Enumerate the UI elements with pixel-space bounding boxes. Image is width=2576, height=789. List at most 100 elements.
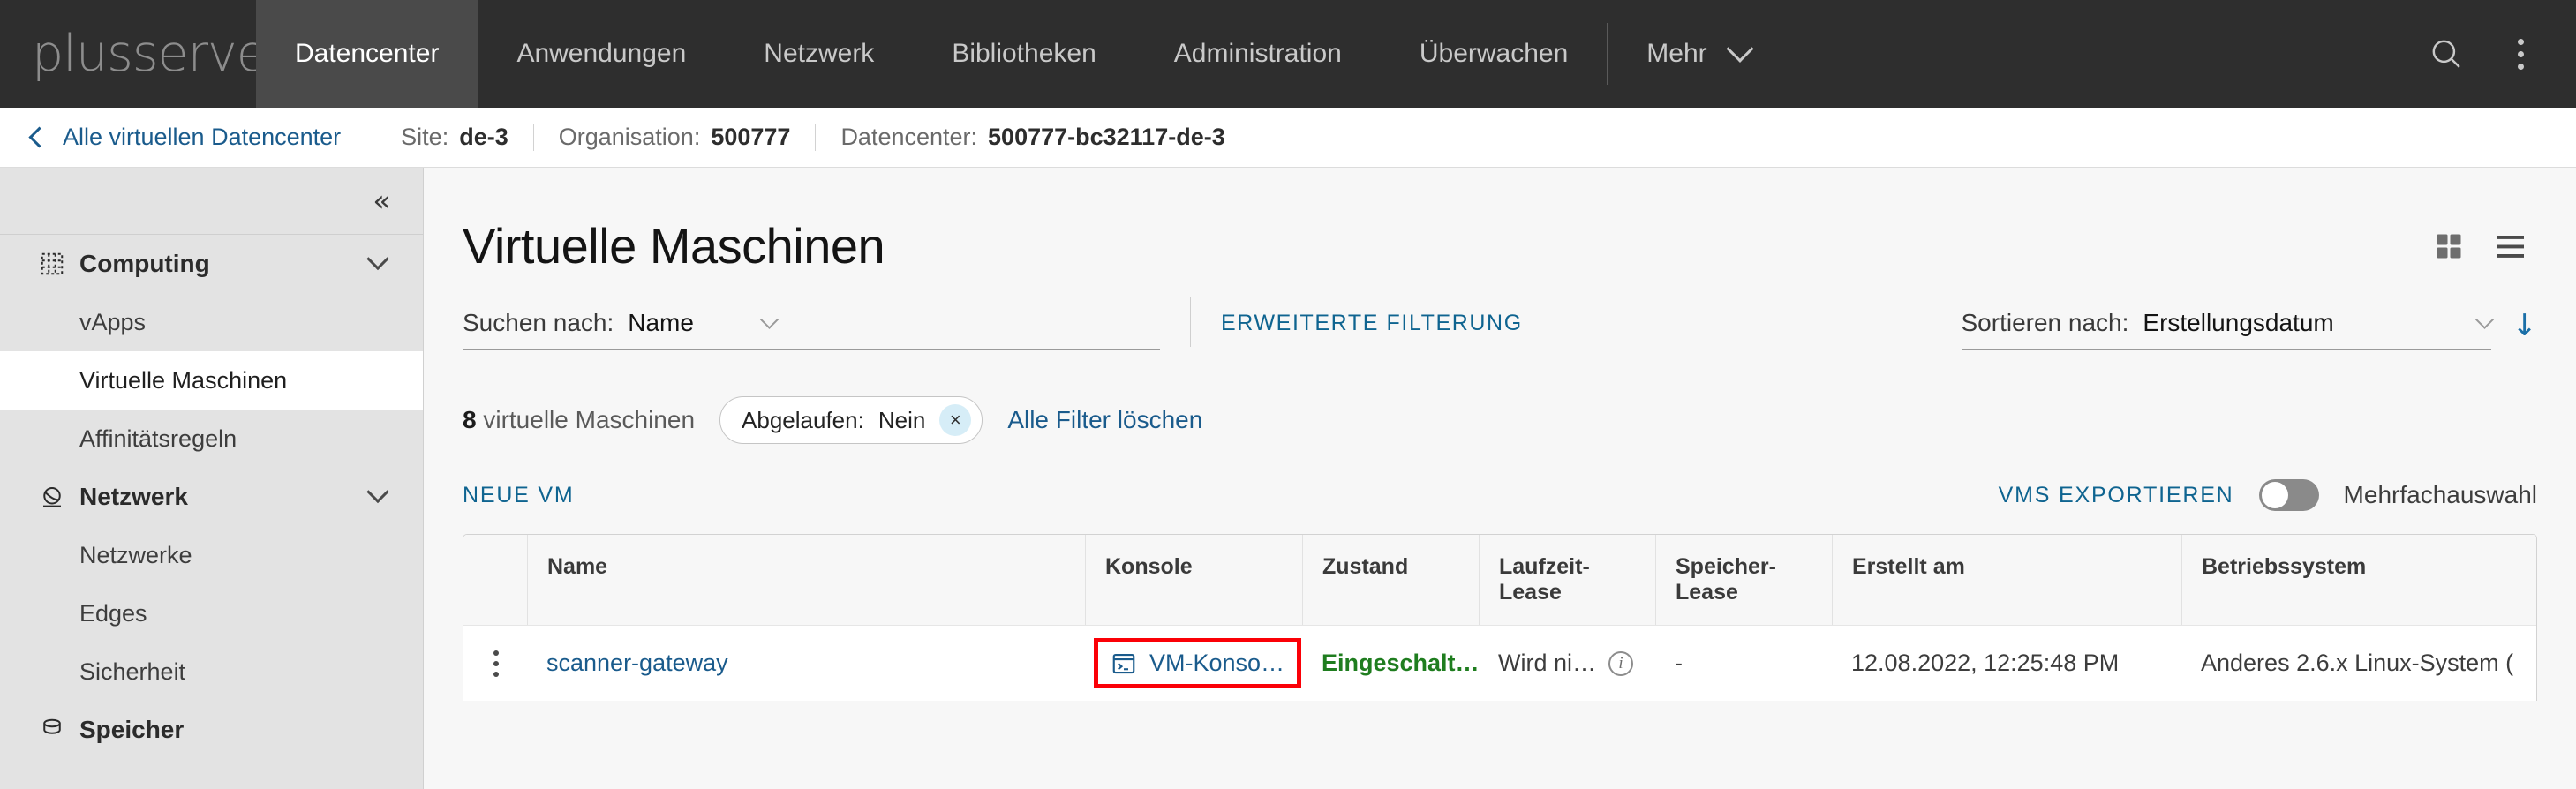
- table-header-zustand[interactable]: Zustand: [1302, 535, 1479, 625]
- table-header-betriebssystem[interactable]: Betriebssystem: [2181, 535, 2536, 625]
- close-icon[interactable]: ×: [939, 404, 972, 436]
- vm-table: Name Konsole Zustand Laufzeit- Lease Spe…: [463, 534, 2537, 701]
- sidebar-item-edges[interactable]: Edges: [0, 584, 423, 642]
- list-view-button[interactable]: [2491, 227, 2530, 266]
- sort-controls: Sortieren nach: Erstellungsdatum ↓: [1961, 308, 2538, 350]
- breadcrumb-site: Site: de-3: [376, 124, 533, 151]
- nav-item-netzwerk[interactable]: Netzwerk: [725, 0, 913, 108]
- export-vms-button[interactable]: VMS EXPORTIEREN: [1999, 483, 2234, 508]
- top-navigation-bar: plusserver Datencenter Anwendungen Netzw…: [0, 0, 2576, 108]
- cell-runtime-lease: Wird ni… i: [1479, 626, 1655, 701]
- clear-all-filters-link[interactable]: Alle Filter löschen: [1007, 406, 1202, 434]
- multiselect-toggle[interactable]: [2258, 479, 2319, 511]
- cell-operating-system: Anderes 2.6.x Linux-System (: [2201, 650, 2514, 676]
- nav-item-label: Anwendungen: [516, 39, 687, 68]
- grid-view-button[interactable]: [2429, 227, 2468, 266]
- table-header-row: Name Konsole Zustand Laufzeit- Lease Spe…: [463, 535, 2536, 625]
- sort-select[interactable]: Sortieren nach: Erstellungsdatum: [1961, 309, 2494, 350]
- table-header-name[interactable]: Name: [527, 535, 1085, 625]
- nav-item-label: Administration: [1173, 39, 1342, 68]
- nav-item-label: Überwachen: [1419, 39, 1569, 68]
- sidebar-item-vapps[interactable]: vApps: [0, 293, 423, 351]
- table-header-erstellt-am[interactable]: Erstellt am: [1832, 535, 2181, 625]
- overflow-menu-button[interactable]: [2488, 21, 2553, 86]
- search-label: Suchen nach:: [463, 309, 614, 336]
- page-title: Virtuelle Maschinen: [463, 218, 885, 274]
- nav-item-administration[interactable]: Administration: [1135, 0, 1381, 108]
- sidebar-group-netzwerk[interactable]: Netzwerk: [0, 468, 423, 526]
- breadcrumb-site-value: de-3: [459, 124, 508, 150]
- sidebar-item-label: Edges: [79, 599, 147, 627]
- sidebar-group-speicher[interactable]: Speicher: [0, 701, 423, 759]
- action-toolbar: NEUE VM VMS EXPORTIEREN Mehrfachauswahl: [463, 444, 2537, 534]
- vm-count: 8 virtuelle Maschinen: [463, 406, 695, 434]
- table-header-laufzeit-lease[interactable]: Laufzeit- Lease: [1479, 535, 1655, 625]
- sidebar: « Computing vApps Virtuelle Maschinen Af…: [0, 168, 424, 789]
- sidebar-collapse-button[interactable]: «: [0, 168, 423, 235]
- view-toggle-group: [2429, 227, 2537, 266]
- result-summary-row: 8 virtuelle Maschinen Abgelaufen: Nein ×…: [463, 359, 2537, 444]
- breadcrumb-organisation-value: 500777: [711, 124, 791, 150]
- breadcrumb-datacenter-label: Datencenter:: [840, 124, 978, 150]
- nav-item-anwendungen[interactable]: Anwendungen: [478, 0, 725, 108]
- filter-chip-abgelaufen[interactable]: Abgelaufen: Nein ×: [719, 396, 983, 444]
- sidebar-group-label: Netzwerk: [79, 483, 188, 510]
- sidebar-group-label: Computing: [79, 250, 210, 277]
- database-icon: [39, 717, 79, 743]
- sidebar-item-sicherheit[interactable]: Sicherheit: [0, 642, 423, 701]
- nav-actions: [2414, 0, 2576, 108]
- grid-view-icon: [2437, 234, 2461, 258]
- sort-direction-button[interactable]: ↓: [2512, 308, 2538, 350]
- info-icon[interactable]: i: [1608, 650, 1634, 676]
- back-to-all-datacenters-link[interactable]: Alle virtuellen Datencenter: [28, 124, 341, 151]
- primary-nav-items: Datencenter Anwendungen Netzwerk Bibliot…: [256, 0, 1607, 108]
- sidebar-item-netzwerke[interactable]: Netzwerke: [0, 526, 423, 584]
- advanced-filter-button[interactable]: ERWEITERTE FILTERUNG: [1221, 311, 1523, 350]
- runtime-lease-value: Wird ni…: [1498, 650, 1597, 676]
- row-kebab-menu-icon[interactable]: [493, 650, 499, 677]
- sidebar-item-label: Virtuelle Maschinen: [79, 366, 288, 394]
- nav-item-label: Datencenter: [295, 39, 440, 68]
- kebab-menu-icon: [2517, 38, 2524, 70]
- sidebar-item-virtuelle-maschinen[interactable]: Virtuelle Maschinen: [0, 351, 423, 410]
- breadcrumb-site-label: Site:: [401, 124, 449, 150]
- filter-chip-value: Nein: [877, 406, 926, 433]
- action-toolbar-right: VMS EXPORTIEREN Mehrfachauswahl: [1999, 479, 2537, 511]
- double-chevron-left-icon: «: [373, 183, 391, 219]
- sidebar-item-label: Affinitätsregeln: [79, 425, 237, 452]
- nav-item-ueberwachen[interactable]: Überwachen: [1381, 0, 1607, 108]
- filter-toolbar: Suchen nach: Name ERWEITERTE FILTERUNG S…: [463, 297, 2537, 359]
- table-header-konsole[interactable]: Konsole: [1085, 535, 1302, 625]
- chevron-down-icon: [759, 310, 780, 329]
- nav-item-label: Netzwerk: [764, 39, 875, 68]
- cell-state: Eingeschalt…: [1302, 626, 1480, 701]
- breadcrumb-organisation: Organisation: 500777: [532, 124, 816, 151]
- brand-logo[interactable]: plusserver: [0, 0, 287, 108]
- table-row: scanner-gateway VM-Konso… Eingeschalt… W…: [463, 625, 2536, 701]
- vm-count-label: virtuelle Maschinen: [483, 406, 696, 433]
- cell-storage-lease: -: [1675, 650, 1683, 676]
- chevron-left-icon: [28, 126, 50, 148]
- search-icon: [2432, 40, 2460, 68]
- cell-name: scanner-gateway: [527, 626, 1085, 701]
- sidebar-item-affinitaetsregeln[interactable]: Affinitätsregeln: [0, 410, 423, 468]
- table-header-speicher-lease[interactable]: Speicher- Lease: [1655, 535, 1832, 625]
- chevron-down-icon: [2474, 310, 2494, 329]
- sidebar-group-computing[interactable]: Computing: [0, 235, 423, 293]
- vm-name-link[interactable]: scanner-gateway: [546, 650, 728, 677]
- new-vm-button[interactable]: NEUE VM: [463, 483, 575, 508]
- console-terminal-icon: [1112, 653, 1135, 673]
- toggle-knob: [2261, 482, 2288, 508]
- grid-icon: [39, 251, 79, 277]
- sidebar-item-label: Sicherheit: [79, 658, 186, 685]
- nav-item-more[interactable]: Mehr: [1608, 0, 1788, 108]
- search-input[interactable]: Suchen nach: Name: [463, 309, 1160, 350]
- search-button[interactable]: [2414, 21, 2479, 86]
- page-body: « Computing vApps Virtuelle Maschinen Af…: [0, 168, 2576, 789]
- vm-count-number: 8: [463, 406, 477, 433]
- filter-chip-label: Abgelaufen:: [742, 406, 864, 433]
- nav-item-datencenter[interactable]: Datencenter: [256, 0, 478, 108]
- nav-item-bibliotheken[interactable]: Bibliotheken: [913, 0, 1134, 108]
- vm-console-button[interactable]: VM-Konso…: [1094, 638, 1302, 688]
- status-badge: Eingeschalt…: [1322, 650, 1480, 676]
